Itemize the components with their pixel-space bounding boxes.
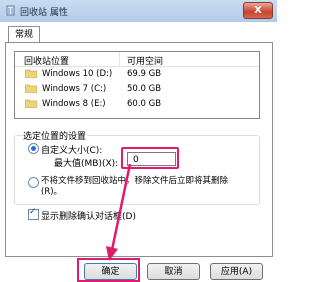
column-separator — [119, 52, 120, 66]
list-header: 回收站位置 可用空间 — [15, 52, 259, 67]
recycle-folder-icon — [25, 99, 37, 108]
group-title: 选定位置的设置 — [22, 129, 88, 142]
list-item[interactable]: Windows 10 (D:) 69.9 GB — [15, 67, 259, 81]
confirm-delete-label[interactable]: 显示删除确认对话框(D) — [41, 209, 136, 222]
apply-button[interactable]: 应用(A) — [210, 263, 263, 280]
delete-immediately-label[interactable]: 不将文件移到回收站中。移除文件后立即将其删除(R)。 — [41, 176, 246, 198]
list-item[interactable]: Windows 8 (E:) 60.0 GB — [15, 97, 259, 111]
ok-button[interactable]: 确定 — [84, 263, 137, 280]
close-button[interactable]: X — [243, 2, 273, 19]
title-bar: 回收站 属性 X — [0, 0, 277, 22]
close-icon: X — [254, 5, 262, 16]
recycle-bin-location-list[interactable]: 回收站位置 可用空间 Windows 10 (D:) 69.9 GB Windo… — [14, 51, 260, 119]
tab-general[interactable]: 常规 — [8, 26, 40, 43]
column-header-space[interactable]: 可用空间 — [127, 54, 163, 67]
recycle-bin-properties-dialog: 回收站 属性 X 常规 回收站位置 可用空间 Windows 10 (D:) 6… — [0, 0, 277, 282]
drive-free-space: 60.0 GB — [127, 99, 162, 109]
window-title: 回收站 属性 — [20, 8, 68, 18]
recycle-bin-icon — [6, 5, 15, 16]
drive-name: Windows 8 (E:) — [42, 99, 106, 109]
delete-immediately-radio[interactable] — [28, 177, 39, 188]
drive-name: Windows 7 (C:) — [42, 84, 107, 94]
drive-free-space: 50.0 GB — [127, 84, 162, 94]
custom-size-radio[interactable] — [28, 143, 39, 154]
annotation-highlight-input — [121, 147, 179, 169]
recycle-folder-icon — [25, 84, 37, 93]
drive-name: Windows 10 (D:) — [42, 69, 113, 79]
column-header-location[interactable]: 回收站位置 — [24, 54, 69, 67]
list-item[interactable]: Windows 7 (C:) 50.0 GB — [15, 82, 259, 96]
drive-free-space: 69.9 GB — [127, 69, 162, 79]
confirm-delete-checkbox[interactable] — [28, 207, 39, 220]
recycle-folder-icon — [25, 69, 37, 78]
max-size-label: 最大值(MB)(X): — [54, 159, 119, 169]
custom-size-label[interactable]: 自定义大小(C): — [41, 143, 102, 156]
cancel-button[interactable]: 取消 — [147, 263, 200, 280]
